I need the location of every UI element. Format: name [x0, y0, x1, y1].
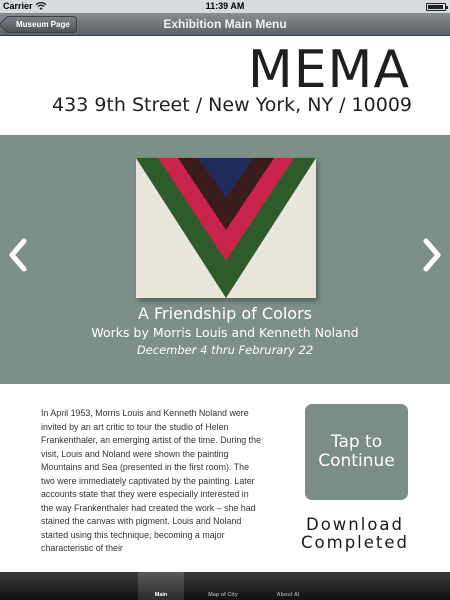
museum-brand: MEMA — [247, 40, 410, 100]
exhibit-panel: A Friendship of Colors Works by Morris L… — [0, 135, 450, 384]
previous-arrow-icon[interactable] — [6, 235, 30, 275]
tab-bar: Main Map of City About AI — [0, 572, 450, 600]
continue-button-line2: Continue — [318, 451, 395, 471]
download-status: Download Completed — [295, 516, 415, 552]
tab-about-label: About AI — [276, 592, 300, 598]
nav-bar: Museum Page Exhibition Main Menu — [0, 13, 450, 36]
exhibit-painting-image[interactable] — [136, 158, 316, 298]
tab-map-of-city[interactable]: Map of City — [200, 572, 246, 600]
tab-main[interactable]: Main — [138, 572, 184, 600]
tab-main-label: Main — [154, 592, 168, 598]
exhibit-description: In April 1953, Morris Louis and Kenneth … — [41, 408, 262, 553]
museum-address: 433 9th Street / New York, NY / 10009 — [52, 94, 412, 116]
download-status-line2: Completed — [301, 533, 409, 552]
status-bar: Carrier 11:39 AM — [0, 0, 450, 13]
continue-button-line1: Tap to — [330, 432, 383, 452]
exhibit-dates: December 4 thru Februrary 22 — [136, 343, 314, 357]
download-status-line1: Download — [305, 515, 405, 534]
tab-map-label: Map of City — [208, 592, 238, 598]
page-title: Exhibition Main Menu — [163, 17, 287, 31]
battery-icon — [426, 3, 448, 11]
exhibit-title: A Friendship of Colors — [137, 304, 312, 323]
exhibit-subtitle: Works by Morris Louis and Kenneth Noland — [91, 325, 359, 340]
status-time: 11:39 AM — [205, 1, 245, 11]
next-arrow-icon[interactable] — [420, 235, 444, 275]
tab-about-ai[interactable]: About AI — [265, 572, 311, 600]
continue-button[interactable]: Tap to Continue — [305, 404, 408, 500]
